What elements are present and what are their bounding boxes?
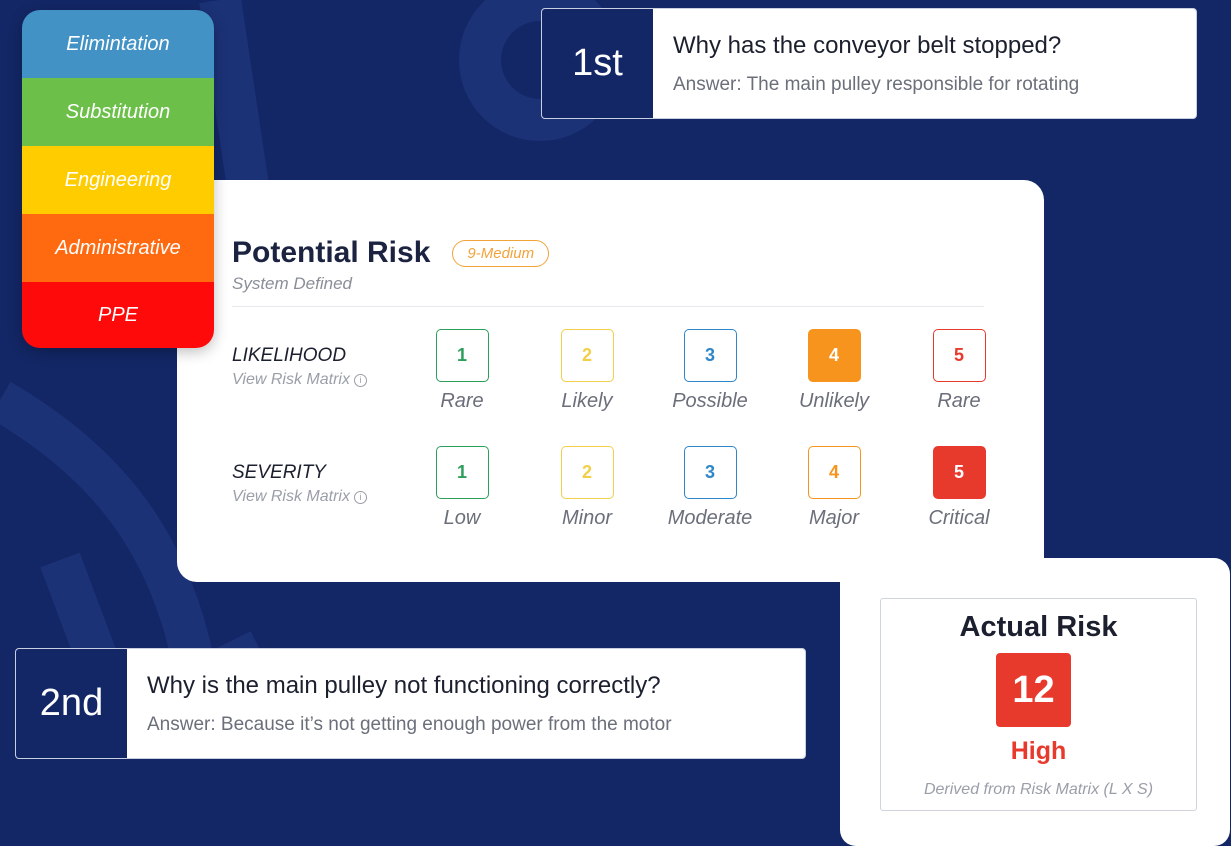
likelihood-row: LIKELIHOOD View Risk Matrix i 1 Rare 2 Li… xyxy=(232,329,1012,419)
option-value-box: 5 xyxy=(932,446,986,499)
option-label: Critical xyxy=(928,507,990,529)
option-value-box: 3 xyxy=(683,329,737,382)
info-icon[interactable]: i xyxy=(353,374,367,387)
likelihood-label: LIKELIHOOD xyxy=(232,345,347,366)
view-risk-matrix-label: View Risk Matrix xyxy=(232,488,350,505)
hierarchy-of-controls: Elimintation Substitution Engineering Ad… xyxy=(22,10,214,348)
risk-header: Potential Risk 9-Medium xyxy=(232,236,550,270)
risk-subtitle: System Defined xyxy=(232,274,352,293)
likelihood-option-1[interactable]: 1 Rare xyxy=(402,329,522,413)
actual-risk-level: High xyxy=(1010,737,1067,765)
why-answer: Answer: Because it’s not getting enough … xyxy=(147,713,672,735)
potential-risk-title: Potential Risk xyxy=(232,236,431,269)
risk-level-badge: 9-Medium xyxy=(452,239,550,267)
option-value-box: 1 xyxy=(435,446,489,499)
likelihood-option-4[interactable]: 4 Unlikely xyxy=(774,329,894,413)
option-label: Likely xyxy=(561,390,613,412)
why-answer: Answer: The main pulley responsible for … xyxy=(673,73,1080,95)
hierarchy-level-elimination[interactable]: Elimintation xyxy=(22,10,214,78)
option-value-box: 2 xyxy=(560,329,614,382)
option-label: Minor xyxy=(561,507,612,529)
view-risk-matrix-link[interactable]: View Risk Matrix i xyxy=(232,371,367,389)
view-risk-matrix-link[interactable]: View Risk Matrix i xyxy=(232,488,367,506)
why-card-second[interactable]: 2nd Why is the main pulley not functioni… xyxy=(15,648,806,759)
likelihood-option-5[interactable]: 5 Rare xyxy=(899,329,1019,413)
option-value-box: 2 xyxy=(560,446,614,499)
likelihood-option-2[interactable]: 2 Likely xyxy=(527,329,647,413)
hierarchy-level-label: PPE xyxy=(97,303,139,326)
info-icon[interactable]: i xyxy=(353,491,367,504)
option-label: Unlikely xyxy=(798,390,870,412)
why-question: Why has the conveyor belt stopped? xyxy=(673,31,1062,59)
option-value-box: 3 xyxy=(683,446,737,499)
hierarchy-level-label: Elimintation xyxy=(66,32,170,55)
severity-row: SEVERITY View Risk Matrix i 1 Low 2 Minor… xyxy=(232,446,1012,536)
divider xyxy=(232,306,984,307)
hierarchy-level-ppe[interactable]: PPE xyxy=(22,282,214,348)
severity-option-5[interactable]: 5 Critical xyxy=(899,446,1019,530)
likelihood-option-3[interactable]: 3 Possible xyxy=(650,329,770,413)
why-body: Why is the main pulley not functioning c… xyxy=(127,649,692,758)
actual-risk-score: 12 xyxy=(996,653,1071,727)
severity-option-4[interactable]: 4 Major xyxy=(774,446,894,530)
option-label: Moderate xyxy=(667,507,753,529)
option-value-box: 4 xyxy=(807,446,861,499)
hierarchy-level-administrative[interactable]: Administrative xyxy=(22,214,214,282)
why-body: Why has the conveyor belt stopped? Answe… xyxy=(653,9,1099,118)
view-risk-matrix-label: View Risk Matrix xyxy=(232,371,350,388)
why-question: Why is the main pulley not functioning c… xyxy=(147,671,661,699)
actual-risk-description: Derived from Risk Matrix (L X S) xyxy=(923,781,1154,798)
option-label: Major xyxy=(808,507,859,529)
actual-risk-title: Actual Risk xyxy=(959,611,1118,643)
option-value-box: 4 xyxy=(807,329,861,382)
potential-risk-card: Potential Risk 9-Medium System Defined L… xyxy=(177,180,1044,582)
hierarchy-level-label: Administrative xyxy=(55,236,181,259)
option-value-box: 1 xyxy=(435,329,489,382)
option-value-box: 5 xyxy=(932,329,986,382)
severity-option-3[interactable]: 3 Moderate xyxy=(650,446,770,530)
why-card-first[interactable]: 1st Why has the conveyor belt stopped? A… xyxy=(541,8,1197,119)
severity-option-2[interactable]: 2 Minor xyxy=(527,446,647,530)
option-label: Low xyxy=(443,507,481,529)
option-label: Possible xyxy=(672,390,748,412)
hierarchy-level-engineering[interactable]: Engineering xyxy=(22,146,214,214)
why-number: 1st xyxy=(542,9,653,118)
actual-risk-card: Actual Risk 12 High Derived from Risk Ma… xyxy=(840,558,1230,846)
option-label: Rare xyxy=(937,390,981,412)
actual-risk-panel: Actual Risk 12 High Derived from Risk Ma… xyxy=(880,598,1197,811)
hierarchy-level-substitution[interactable]: Substitution xyxy=(22,78,214,146)
severity-option-1[interactable]: 1 Low xyxy=(402,446,522,530)
severity-label: SEVERITY xyxy=(232,462,326,483)
hierarchy-level-label: Substitution xyxy=(65,100,171,123)
hierarchy-level-label: Engineering xyxy=(64,168,172,191)
why-number: 2nd xyxy=(16,649,127,758)
option-label: Rare xyxy=(440,390,484,412)
